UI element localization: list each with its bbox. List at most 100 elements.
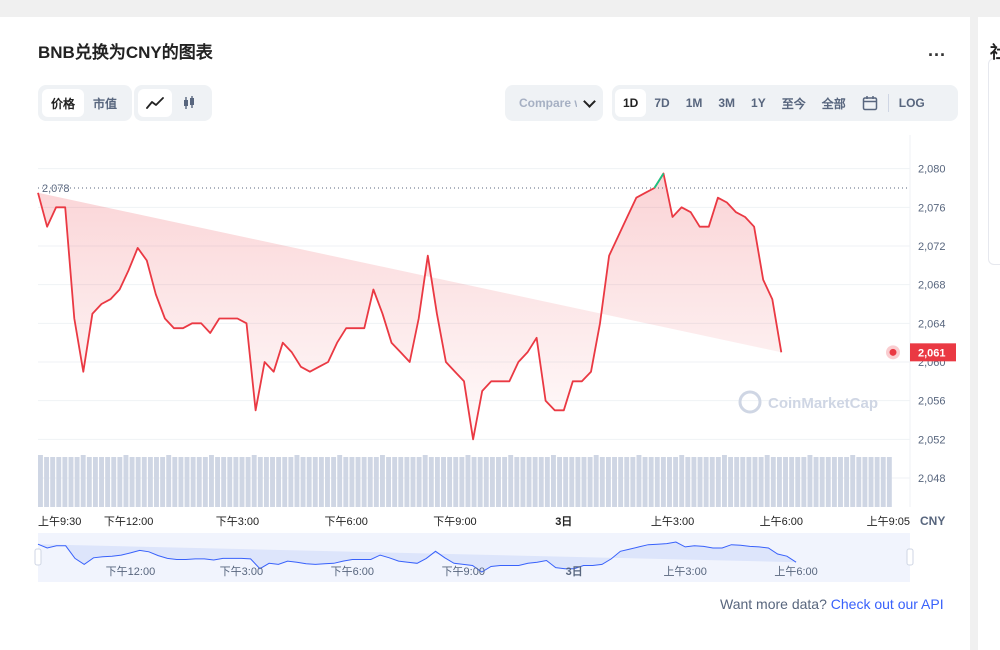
volume-bar	[343, 457, 349, 507]
x-tick-label: 下午12:00	[104, 515, 154, 528]
volume-bar	[880, 457, 886, 507]
api-promo: Want more data? Check out our API	[720, 596, 944, 612]
volume-bar	[62, 457, 68, 507]
y-tick-label: 2,064	[918, 318, 946, 330]
y-tick-label: 2,072	[918, 241, 946, 253]
currency-label: CNY	[920, 514, 945, 528]
volume-bar	[697, 457, 703, 507]
navigator-tick-label: 上午3:00	[663, 565, 706, 578]
volume-bar	[111, 457, 117, 507]
navigator[interactable]: 下午12:00 下午3:00 下午6:00 下午9:00 3日 上午3:00 上午6:00	[34, 533, 914, 582]
volume-bar	[251, 455, 257, 507]
y-tick-label: 2,076	[918, 202, 946, 214]
volume-bar	[740, 457, 746, 507]
watermark-text: CoinMarketCap	[768, 395, 878, 412]
volume-bar	[624, 457, 630, 507]
volume-bar	[795, 457, 801, 507]
navigator-handle-left[interactable]	[34, 548, 42, 566]
volume-bar	[44, 457, 50, 507]
y-tick-label: 2,052	[918, 434, 946, 446]
last-point	[889, 348, 897, 356]
volume-bar	[563, 457, 569, 507]
volume-bar	[373, 457, 379, 507]
volume-bar	[294, 455, 300, 507]
volume-bar	[776, 457, 782, 507]
volume-bar	[874, 457, 880, 507]
volume-bar	[56, 457, 62, 507]
watermark: CoinMarketCap	[738, 390, 878, 414]
volume-bar	[520, 457, 526, 507]
volume-bar	[844, 457, 850, 507]
price-chart: 2,078 2,0482,0522,0562,0602,0642,0682,07…	[34, 135, 956, 582]
volume-bar	[38, 455, 43, 507]
api-link[interactable]: Check out our API	[831, 596, 944, 612]
volume-bar	[831, 457, 837, 507]
volume-bar	[306, 457, 312, 507]
volume-bar	[300, 457, 306, 507]
reference-label: 2,078	[42, 183, 70, 195]
volume-bar	[288, 457, 294, 507]
volume-bar	[557, 457, 563, 507]
volume-bar	[483, 457, 489, 507]
volume-bar	[129, 457, 135, 507]
volume-bar	[190, 457, 196, 507]
volume-bar	[355, 457, 361, 507]
volume-bar	[838, 457, 843, 507]
volume-bar	[178, 457, 184, 507]
y-tick-label: 2,080	[918, 164, 946, 176]
volume-bar	[459, 457, 465, 507]
navigator-tick-label: 3日	[566, 565, 583, 578]
volume-bar	[245, 457, 251, 507]
volume-bar	[196, 457, 202, 507]
volume-bar	[410, 457, 416, 507]
volume-bar	[691, 457, 697, 507]
volume-bar	[673, 457, 679, 507]
y-tick-label: 2,048	[918, 473, 946, 485]
volume-bar	[783, 457, 788, 507]
volume-bar	[331, 457, 337, 507]
volume-bar	[184, 457, 190, 507]
volume-bar	[404, 457, 410, 507]
volume-bar	[587, 457, 593, 507]
volume-bar	[221, 457, 227, 507]
volume-bar	[441, 457, 446, 507]
navigator-handle-right[interactable]	[906, 548, 914, 566]
volume-bar	[575, 457, 581, 507]
volume-bar	[703, 457, 709, 507]
volume-bar	[752, 457, 758, 507]
volume-bar	[257, 457, 263, 507]
volume-bar	[722, 455, 727, 507]
volume-bar	[227, 457, 233, 507]
x-tick-label: 下午6:00	[324, 515, 367, 528]
volume-bar	[886, 457, 892, 507]
volume-bar	[746, 457, 752, 507]
volume-bar	[667, 457, 672, 507]
volume-bar	[367, 457, 373, 507]
volume-bar	[471, 457, 477, 507]
volume-bar	[685, 457, 691, 507]
volume-bar	[50, 457, 56, 507]
volume-bar	[312, 457, 318, 507]
volume-bar	[630, 457, 636, 507]
volume-bar	[105, 457, 111, 507]
volume-bar	[819, 457, 825, 507]
volume-bar	[99, 457, 104, 507]
volume-bar	[538, 457, 544, 507]
volume-bar	[117, 457, 123, 507]
volume-bar	[416, 457, 422, 507]
volume-bar	[526, 457, 532, 507]
volume-bar	[318, 457, 324, 507]
volume-bar	[282, 457, 288, 507]
volume-bar	[172, 457, 178, 507]
volume-bar	[160, 457, 166, 507]
volume-bar	[270, 457, 275, 507]
volume-bar	[654, 457, 660, 507]
volume-bar	[325, 457, 330, 507]
volume-bar	[80, 455, 86, 507]
price-area-fill	[38, 173, 782, 440]
volume-bar	[361, 457, 367, 507]
y-tick-label: 2,068	[918, 280, 946, 292]
volume-bar	[514, 457, 520, 507]
volume-bar	[825, 457, 831, 507]
x-tick-label: 上午3:00	[651, 515, 694, 528]
